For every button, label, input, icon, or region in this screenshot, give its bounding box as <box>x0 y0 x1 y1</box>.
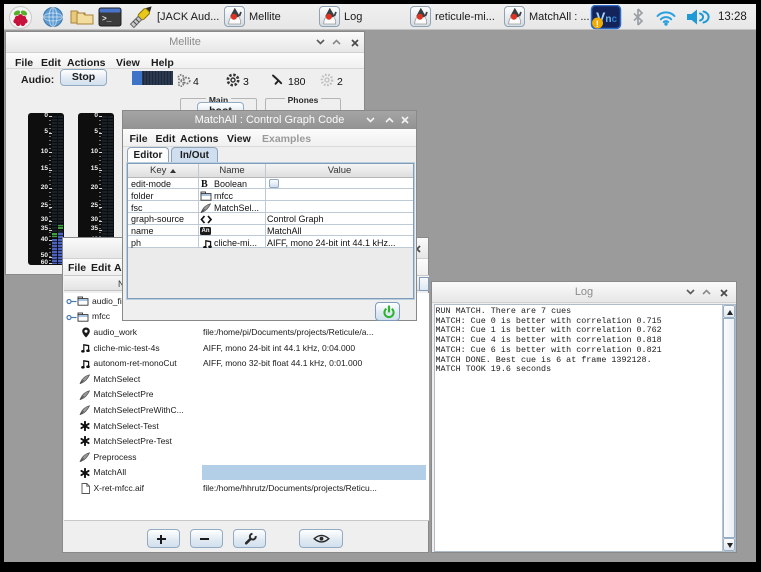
svg-text:>_: >_ <box>102 15 112 24</box>
svg-text:!: ! <box>596 19 599 30</box>
